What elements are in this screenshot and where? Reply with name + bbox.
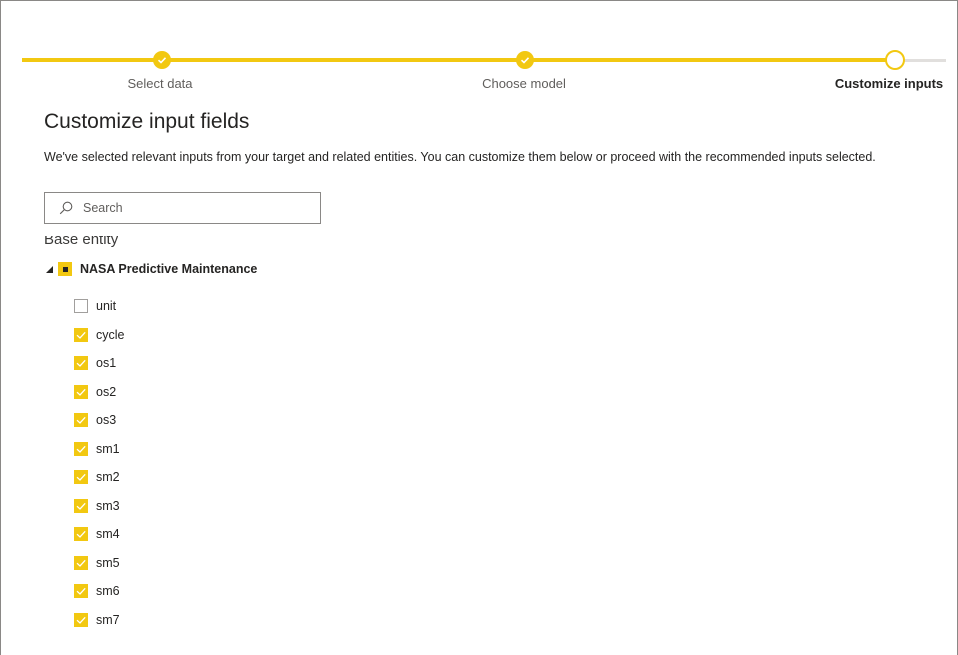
checkmark-icon <box>76 474 86 482</box>
field-label: os2 <box>96 384 117 399</box>
field-row-sm4[interactable]: sm4 <box>74 520 124 549</box>
field-list: unit cycle os1 os2 os3 sm1 sm2 sm3 sm4 sm5 sm6 sm7 <box>74 292 124 634</box>
field-row-cycle[interactable]: cycle <box>74 321 124 350</box>
checkmark-icon <box>76 360 86 368</box>
checkmark-icon <box>76 417 86 425</box>
field-label: os1 <box>96 356 117 371</box>
field-label: sm7 <box>96 612 120 627</box>
page-title: Customize input fields <box>44 110 250 133</box>
step-customize-inputs-label: Customize inputs <box>834 76 944 91</box>
checkmark-icon <box>76 616 86 624</box>
checkmark-icon <box>76 331 86 339</box>
field-row-os1[interactable]: os1 <box>74 349 124 378</box>
checkmark-icon <box>76 445 86 453</box>
field-checkbox[interactable] <box>74 470 88 485</box>
field-checkbox[interactable] <box>74 413 88 428</box>
tree-entity-row[interactable]: NASA Predictive Maintenance <box>46 262 257 276</box>
step-select-data-checkmark-icon[interactable] <box>153 51 171 69</box>
step-customize-inputs-circle-icon <box>885 50 905 70</box>
field-checkbox[interactable] <box>74 356 88 371</box>
entity-label: NASA Predictive Maintenance <box>80 262 258 276</box>
field-label: sm1 <box>96 441 120 456</box>
stepper-track-complete <box>22 58 886 62</box>
field-label: unit <box>96 299 117 314</box>
page-description: We've selected relevant inputs from your… <box>44 150 876 164</box>
field-row-sm2[interactable]: sm2 <box>74 463 124 492</box>
field-checkbox[interactable] <box>74 584 88 599</box>
field-checkbox[interactable] <box>74 299 88 314</box>
field-label: os3 <box>96 413 117 428</box>
field-row-os3[interactable]: os3 <box>74 406 124 435</box>
field-checkbox[interactable] <box>74 527 88 542</box>
expand-caret-icon[interactable] <box>46 265 53 273</box>
field-checkbox[interactable] <box>74 384 88 399</box>
field-row-unit[interactable]: unit <box>74 292 124 321</box>
field-checkbox[interactable] <box>74 612 88 627</box>
step-choose-model-checkmark-icon[interactable] <box>516 51 534 69</box>
field-checkbox[interactable] <box>74 498 88 513</box>
checkmark-icon <box>76 388 86 396</box>
search-icon <box>59 201 73 215</box>
field-label: sm3 <box>96 498 120 513</box>
search-box[interactable] <box>44 192 321 224</box>
field-row-sm6[interactable]: sm6 <box>74 577 124 606</box>
field-row-sm1[interactable]: sm1 <box>74 435 124 464</box>
stepper-track-remaining <box>904 59 946 62</box>
search-input[interactable] <box>83 201 283 215</box>
entity-checkbox-partial[interactable] <box>58 262 72 276</box>
field-row-sm7[interactable]: sm7 <box>74 606 124 635</box>
checkmark-icon <box>76 559 86 567</box>
step-select-data-label[interactable]: Select data <box>127 76 192 91</box>
checkmark-icon <box>76 531 86 539</box>
section-label-base-entity: Base entity <box>44 236 119 248</box>
field-checkbox[interactable] <box>74 441 88 456</box>
field-row-sm5[interactable]: sm5 <box>74 549 124 578</box>
field-label: sm6 <box>96 584 120 599</box>
field-label: sm5 <box>96 555 120 570</box>
window-frame <box>0 0 958 655</box>
field-label: cycle <box>96 327 125 342</box>
checkmark-icon <box>76 588 86 596</box>
field-checkbox[interactable] <box>74 327 88 342</box>
field-row-os2[interactable]: os2 <box>74 378 124 407</box>
step-choose-model-label[interactable]: Choose model <box>482 76 566 91</box>
field-label: sm2 <box>96 470 120 485</box>
field-checkbox[interactable] <box>74 555 88 570</box>
field-label: sm4 <box>96 527 120 542</box>
field-row-sm3[interactable]: sm3 <box>74 492 124 521</box>
checkmark-icon <box>76 502 86 510</box>
